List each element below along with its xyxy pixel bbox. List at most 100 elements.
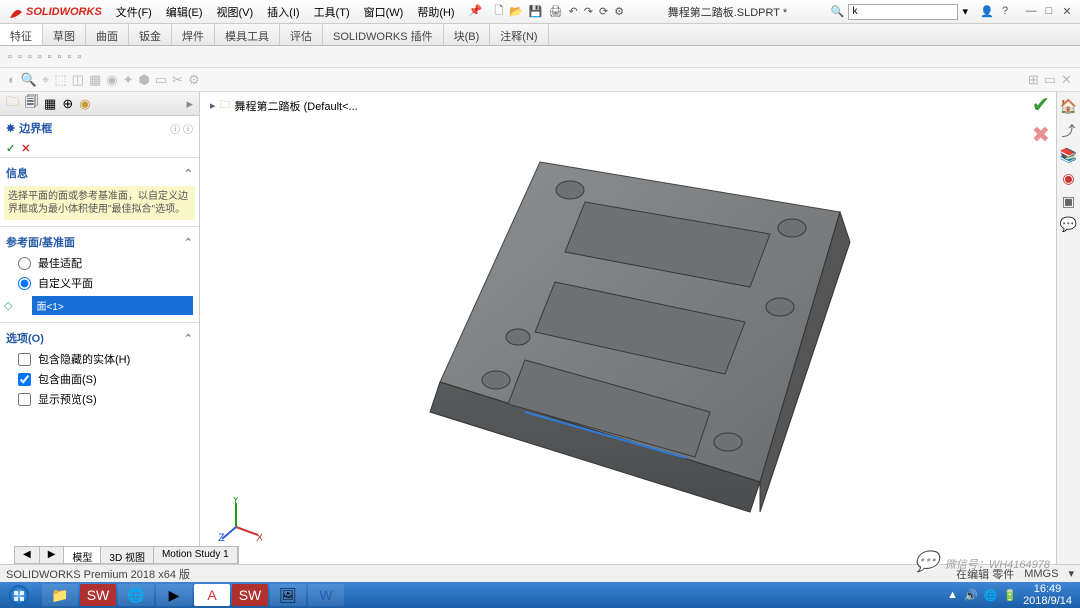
panel-help-icon[interactable]: ⓘ ⓘ [170,121,193,136]
tab-3dview[interactable]: 3D 视图 [101,547,154,563]
collapse-icon[interactable]: ⌃ [184,167,193,180]
app-image[interactable]: 🖼 [270,584,306,606]
view-icon[interactable]: ⌖ [42,72,49,88]
redo-icon[interactable]: ↷ [584,5,593,18]
menu-help[interactable]: 帮助(H) [411,1,460,23]
fm-expand-icon[interactable]: ▸ [186,96,193,112]
fm-tab-icon[interactable]: ◉ [79,96,90,112]
app-browser[interactable]: 🌐 [118,584,154,606]
face-select-icon[interactable]: ◇ [0,299,16,312]
chk-surface[interactable] [18,373,31,386]
app-sw2[interactable]: SW [232,584,268,606]
menu-window[interactable]: 窗口(W) [358,1,410,23]
orientation-triad[interactable]: YXZ [218,497,262,544]
tb-icon[interactable]: ▫ [38,51,42,63]
tab-addins[interactable]: SOLIDWORKS 插件 [323,24,444,45]
tab-next[interactable]: ▶ [40,547,65,563]
fm-tab-icon[interactable]: ⊕ [62,96,73,112]
view-icon[interactable]: ◉ [106,72,117,88]
collapse-icon[interactable]: ⌃ [184,236,193,249]
save-icon[interactable]: 💾 [529,5,543,18]
rebuild-icon[interactable]: ⟳ [599,5,608,18]
taskbar-clock[interactable]: 16:49 2018/9/14 [1023,583,1072,607]
accept-icon[interactable]: ✔ [1032,92,1050,118]
arrow-icon[interactable]: ⤴ [1062,121,1076,141]
menu-tools[interactable]: 工具(T) [308,1,356,23]
fm-tab-icon[interactable]: ▦ [44,96,56,112]
open-icon[interactable]: 📂 [509,5,523,18]
maximize-button[interactable]: □ [1042,5,1056,18]
app-sw[interactable]: SW [80,584,116,606]
tab-blocks[interactable]: 块(B) [444,24,491,45]
tab-model[interactable]: 模型 [64,547,101,563]
doc-close-button[interactable]: ✕ [1061,72,1072,88]
search-dropdown-icon[interactable]: ▾ [962,5,968,18]
expand-icon[interactable]: ▸ [210,99,216,112]
view-icon[interactable]: ▭ [155,72,167,88]
view-icon[interactable]: ⚙ [188,72,200,88]
view-icon[interactable]: ⊞ [1028,72,1039,88]
menu-edit[interactable]: 编辑(E) [160,1,209,23]
tb-icon[interactable]: ▫ [77,51,81,63]
home-icon[interactable]: 🏠 [1060,98,1077,115]
app-explorer[interactable]: 📁 [42,584,78,606]
tray-icon[interactable]: 🔊 [964,589,978,602]
fm-tab-icon[interactable]: 🗐 [25,93,38,115]
graphics-area[interactable]: ▸ 🗀 舞程第二踏板 (Default<... [200,92,1056,564]
login-icon[interactable]: 👤 [980,5,994,18]
tab-weldments[interactable]: 焊件 [172,24,215,45]
forum-icon[interactable]: 💬 [1060,216,1077,233]
tray-icon[interactable]: 🔋 [1003,589,1017,602]
view-icon[interactable]: ▭ [1044,72,1056,88]
tray-icon[interactable]: 🌐 [984,589,998,602]
search-input[interactable] [848,4,958,20]
close-button[interactable]: ✕ [1060,5,1074,18]
selection-box[interactable]: 面<1> [32,296,193,315]
radio-custom[interactable] [18,277,31,290]
library-icon[interactable]: 📚 [1060,147,1077,164]
chk-hidden[interactable] [18,353,31,366]
start-button[interactable] [0,582,38,608]
view-icon[interactable]: 🔍 [21,72,37,88]
tab-annotate[interactable]: 注释(N) [490,24,548,45]
tab-evaluate[interactable]: 评估 [280,24,323,45]
view-icon[interactable]: ⬢ [139,72,150,88]
tb-icon[interactable]: ▫ [67,51,71,63]
chk-preview[interactable] [18,393,31,406]
radio-bestfit[interactable] [18,257,31,270]
view-icon[interactable]: ▦ [89,72,101,88]
tb-icon[interactable]: ▫ [8,51,12,63]
new-icon[interactable]: 🗋 [494,2,503,21]
view-icon[interactable]: ⬚ [54,72,66,88]
menu-insert[interactable]: 插入(I) [261,1,305,23]
view-icon[interactable]: ◐ [8,72,16,87]
menu-file[interactable]: 文件(F) [110,1,158,23]
status-units[interactable]: MMGS [1024,568,1058,580]
app-autocad[interactable]: A [194,584,230,606]
fm-tab-icon[interactable]: 🗀 [6,93,19,115]
view-icon[interactable]: ◫ [72,72,84,88]
tab-sketch[interactable]: 草图 [43,24,86,45]
options-icon[interactable]: ⚙ [614,5,624,18]
tab-motion[interactable]: Motion Study 1 [154,547,238,563]
status-icon[interactable]: ▾ [1068,567,1074,580]
ok-button[interactable]: ✓ [6,142,15,155]
appearance-icon[interactable]: ◉ [1062,170,1074,187]
tb-icon[interactable]: ▫ [18,51,22,63]
tray-icon[interactable]: ▲ [947,589,958,601]
custom-icon[interactable]: ▣ [1062,193,1075,210]
minimize-button[interactable]: — [1024,5,1038,18]
menu-pin-icon[interactable]: 📌 [463,1,489,23]
tab-mold[interactable]: 模具工具 [215,24,280,45]
view-icon[interactable]: ✂ [172,72,183,88]
cancel-button[interactable]: ✕ [21,142,30,155]
app-media[interactable]: ▶ [156,584,192,606]
app-word[interactable]: W [308,584,344,606]
reject-icon[interactable]: ✖ [1032,122,1050,148]
undo-icon[interactable]: ↶ [569,5,578,18]
print-icon[interactable]: 🖨 [549,5,563,18]
tab-features[interactable]: 特征 [0,24,43,45]
tb-icon[interactable]: ▫ [28,51,32,63]
tb-icon[interactable]: ▫ [48,51,52,63]
collapse-icon[interactable]: ⌃ [184,332,193,345]
